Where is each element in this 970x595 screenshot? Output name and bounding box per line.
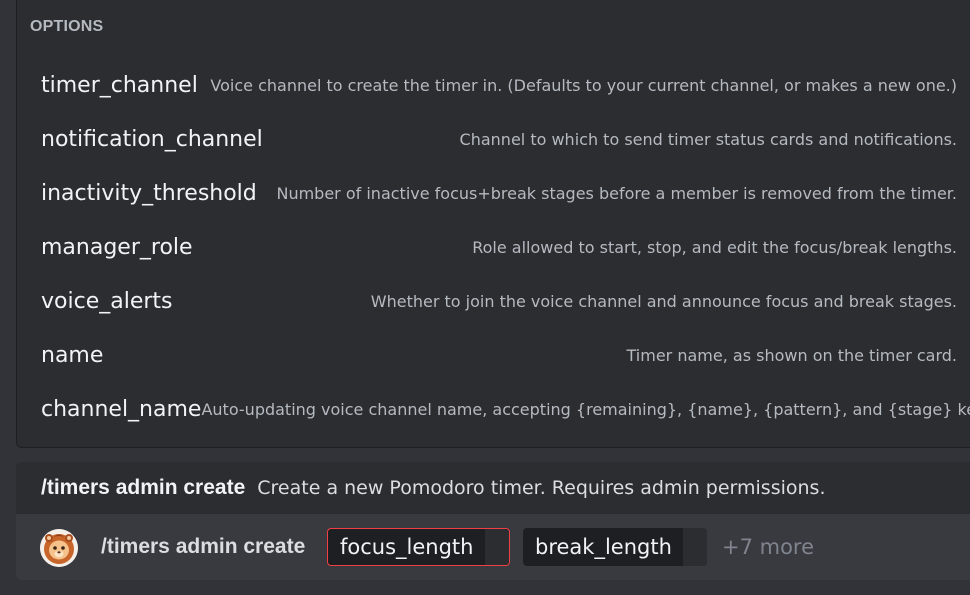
command-description: Create a new Pomodoro timer. Requires ad… bbox=[257, 477, 826, 499]
option-name: notification_channel bbox=[41, 126, 263, 152]
message-input-bar[interactable]: /timers admin create focus_length break_… bbox=[16, 514, 970, 580]
option-description: Number of inactive focus+break stages be… bbox=[276, 183, 957, 203]
option-timer-channel[interactable]: timer_channel Voice channel to create th… bbox=[25, 61, 957, 109]
option-manager-role[interactable]: manager_role Role allowed to start, stop… bbox=[25, 223, 957, 271]
option-notification-channel[interactable]: notification_channel Channel to which to… bbox=[25, 115, 957, 163]
param-value-area[interactable] bbox=[683, 528, 707, 566]
command-suggestion[interactable]: /timers admin create Create a new Pomodo… bbox=[16, 462, 970, 514]
option-name: manager_role bbox=[41, 234, 193, 260]
option-description: Auto-updating voice channel name, accept… bbox=[201, 399, 970, 419]
option-voice-alerts[interactable]: voice_alerts Whether to join the voice c… bbox=[25, 277, 957, 325]
option-description: Voice channel to create the timer in. (D… bbox=[210, 75, 957, 95]
option-description: Channel to which to send timer status ca… bbox=[459, 129, 957, 149]
app-root: OPTIONS timer_channel Voice channel to c… bbox=[0, 0, 970, 595]
option-name: voice_alerts bbox=[41, 288, 173, 314]
param-break-length[interactable]: break_length bbox=[523, 528, 707, 566]
option-name: name bbox=[41, 342, 104, 368]
param-label: focus_length bbox=[340, 535, 474, 559]
param-focus-length[interactable]: focus_length bbox=[327, 528, 510, 566]
command-name: /timers admin create bbox=[41, 476, 246, 499]
options-heading: OPTIONS bbox=[30, 18, 104, 35]
option-description: Whether to join the voice channel and an… bbox=[370, 291, 957, 311]
param-value-area[interactable] bbox=[485, 529, 509, 565]
option-channel-name[interactable]: channel_name Auto-updating voice channel… bbox=[25, 385, 970, 433]
option-name: timer_channel bbox=[41, 72, 198, 98]
option-name: channel_name bbox=[41, 396, 202, 422]
more-options-indicator: +7 more bbox=[722, 535, 815, 559]
option-description: Timer name, as shown on the timer card. bbox=[626, 345, 957, 365]
options-popup: OPTIONS timer_channel Voice channel to c… bbox=[16, 0, 970, 448]
typed-command: /timers admin create bbox=[101, 535, 306, 558]
lion-avatar-icon bbox=[40, 529, 78, 567]
option-name-param[interactable]: name Timer name, as shown on the timer c… bbox=[25, 331, 957, 379]
option-name: inactivity_threshold bbox=[41, 180, 257, 206]
option-description: Role allowed to start, stop, and edit th… bbox=[472, 237, 957, 257]
option-inactivity-threshold[interactable]: inactivity_threshold Number of inactive … bbox=[25, 169, 957, 217]
param-label: break_length bbox=[535, 535, 672, 559]
